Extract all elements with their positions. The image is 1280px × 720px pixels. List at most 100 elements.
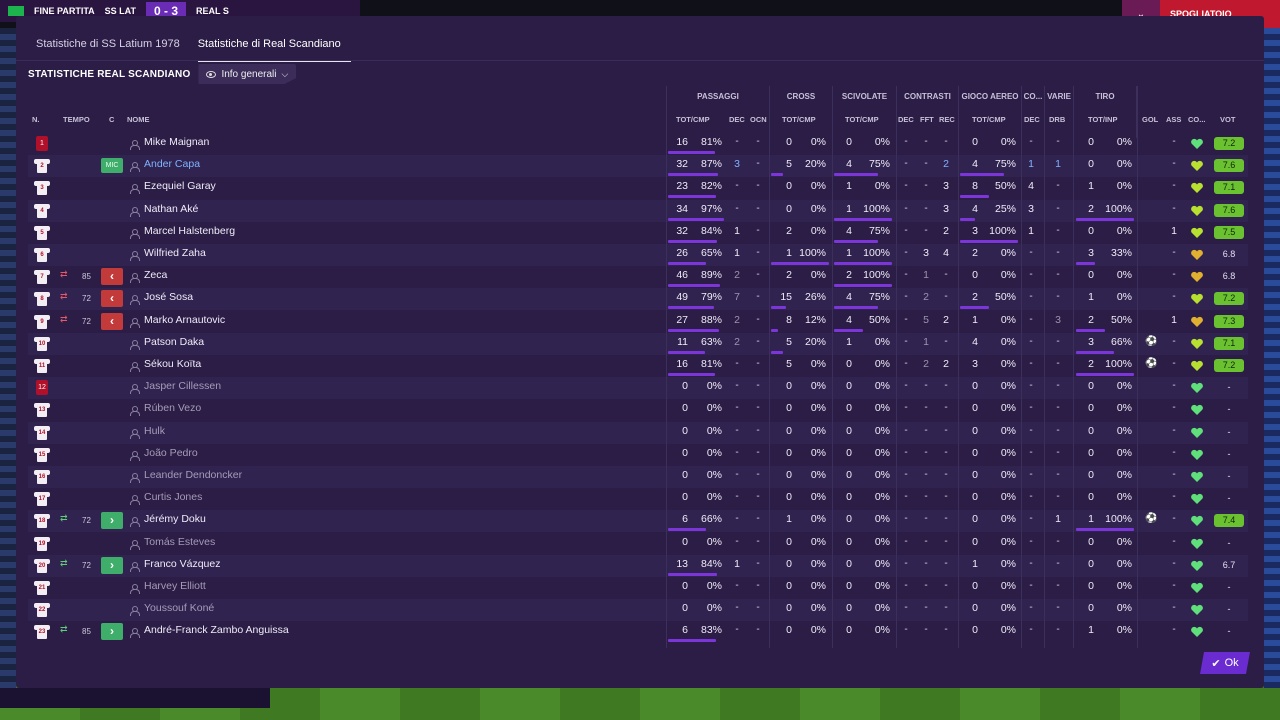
player-name[interactable]: Jérémy Doku	[144, 513, 206, 525]
tackle-total: 1	[846, 247, 852, 259]
sub-in-button[interactable]: ›	[101, 512, 123, 530]
table-row[interactable]: 20 ⇄ 72 › Franco Vázquez 13 84% 1 - 0 0% 0 0% - - - 1 0% -…	[28, 554, 1248, 577]
col-con-fft[interactable]: FFT	[920, 115, 934, 124]
contrasti-rec: -	[944, 291, 948, 303]
contrasti-fft: -	[924, 535, 928, 547]
player-name[interactable]: Ander Capa	[144, 158, 200, 170]
player-name[interactable]: Zeca	[144, 269, 167, 281]
table-row[interactable]: 18 ⇄ 72 › Jérémy Doku 6 66% - - 1 0% 0 0% - - - 0 0% - 1 1 10…	[28, 510, 1248, 533]
table-row[interactable]: 21 Harvey Elliott 0 0% - - 0 0% 0 0% - - - 0 0% - - 0 0% - -	[28, 577, 1248, 599]
contrasti-rec: 3	[943, 202, 949, 215]
player-name[interactable]: Jasper Cillessen	[144, 380, 221, 392]
col-co2[interactable]: CO...	[1188, 115, 1206, 124]
col-sciv-totcmp[interactable]: TOT/CMP	[845, 115, 879, 124]
assists: 1	[1171, 313, 1177, 326]
table-row[interactable]: 2 MIC Ander Capa 32 87% 3 - 5 20% 4 75% - - 2 4 75% 1 1 0 0…	[28, 155, 1248, 178]
aerial-completion: 50%	[994, 180, 1016, 193]
table-row[interactable]: 11 Sékou Koïta 16 81% - - 5 0% 0 0% - 2 2 3 0% - - 2 100% ⚽…	[28, 355, 1248, 377]
player-name[interactable]: José Sosa	[144, 291, 193, 303]
table-row[interactable]: 4 Nathan Aké 34 97% - -0 0% 1 100% - -3 4 25% 3-2 100%…	[28, 199, 1248, 222]
table-row[interactable]: 16 Leander Dendoncker 0 0% - - 0 0% 0 0% - - - 0 0% - - 0…	[28, 466, 1248, 488]
contrasti-fft: 1	[923, 335, 929, 348]
ok-button[interactable]: ✔ Ok	[1200, 652, 1250, 674]
tackle-completion-bar	[834, 262, 892, 265]
pass-dec: -	[735, 469, 739, 480]
col-con-rec[interactable]: REC	[939, 115, 955, 124]
table-row[interactable]: 8 ⇄ 72 ‹ José Sosa 49 79% 7 - 15 26% 4 75% - 2 - 2 50% - - 1…	[28, 288, 1248, 311]
table-row[interactable]: 10 Patson Daka 11 63% 2 - 5 20% 1 0% - 1 - 4 0% - - 3 66% ⚽…	[28, 332, 1248, 355]
player-name[interactable]: Marko Arnautovic	[144, 314, 225, 326]
col-tempo[interactable]: TEMPO	[63, 115, 90, 124]
table-row[interactable]: 6 Wilfried Zaha 26 65% 1 - 1 100% 1 100% - 3 4 2 0% - - 3…	[28, 244, 1248, 266]
col-pass-ocn[interactable]: OCN	[750, 115, 767, 124]
player-name[interactable]: Hulk	[144, 425, 165, 437]
player-name[interactable]: Leander Dendoncker	[144, 469, 242, 481]
player-name[interactable]: Youssouf Koné	[144, 602, 214, 614]
player-name[interactable]: Ezequiel Garay	[144, 180, 216, 192]
table-row[interactable]: 17 Curtis Jones 0 0% - - 0 0% 0 0% - - - 0 0% - - 0 0% - -	[28, 488, 1248, 510]
shirt-number: 15	[38, 451, 46, 458]
pass-dec: -	[735, 602, 739, 614]
table-row[interactable]: 14 Hulk 0 0% - - 0 0% 0 0% - - - 0 0% - - 0 0% - -	[28, 421, 1248, 444]
player-name[interactable]: Rúben Vezo	[144, 402, 201, 414]
sub-out-button[interactable]: ‹	[101, 268, 123, 286]
tab-real-scandiano-stats[interactable]: Statistiche di Real Scandiano	[197, 36, 351, 62]
player-name[interactable]: André-Franck Zambo Anguissa	[144, 624, 289, 636]
cross-completion: 0%	[810, 557, 826, 570]
player-name[interactable]: Nathan Aké	[144, 203, 198, 215]
col-c[interactable]: C	[109, 115, 114, 124]
player-name[interactable]: Sékou Koïta	[144, 358, 201, 370]
tackle-total: 0	[846, 535, 852, 548]
table-row[interactable]: 15 João Pedro 0 0% - - 0 0% 0 0% - - - 0 0% - - 0 0% - -	[28, 444, 1248, 466]
tackle-completion: 50%	[868, 313, 890, 326]
table-row[interactable]: 3 Ezequiel Garay 23 82% - - 0 0% 1 0% - - 3 8 50% 4 - 1 0%…	[28, 177, 1248, 199]
col-pass-dec[interactable]: DEC	[729, 115, 745, 124]
player-name[interactable]: João Pedro	[144, 447, 198, 459]
col-aereo-totcmp[interactable]: TOT/CMP	[972, 115, 1006, 124]
col-co-dec[interactable]: DEC	[1024, 115, 1040, 124]
col-cross-totcmp[interactable]: TOT/CMP	[782, 115, 816, 124]
table-row[interactable]: 13 Rúben Vezo 0 0% - - 0 0% 0 0% - - - 0 0% - - 0 0% - -	[28, 399, 1248, 421]
table-row[interactable]: 1 Mike Maignan 16 81% - - 0 0% 0 0% - - - 0 0% - - 0 0% - 7.…	[28, 133, 1248, 155]
col-varie-drb[interactable]: DRB	[1049, 115, 1065, 124]
col-number[interactable]: N.	[32, 115, 40, 124]
tackle-total: 1	[846, 202, 852, 215]
pass-dec: -	[735, 402, 739, 414]
table-row[interactable]: 9 ⇄ 72 ‹ Marko Arnautovic 27 88% 2 - 8 12% 4 50% - 5 2 1…	[28, 311, 1248, 333]
col-tiro-totinp[interactable]: TOT/INP	[1088, 115, 1117, 124]
table-row[interactable]: 12 Jasper Cillessen 0 0% - - 0 0% 0 0% - - - 0 0% - - 0 0%…	[28, 377, 1248, 400]
player-name[interactable]: Curtis Jones	[144, 491, 202, 503]
sub-out-button[interactable]: ‹	[101, 312, 123, 330]
aerial-total: 3	[972, 358, 978, 370]
col-vot[interactable]: VOT	[1220, 115, 1235, 124]
player-name[interactable]: Wilfried Zaha	[144, 247, 206, 259]
co-dec: -	[1029, 513, 1033, 525]
player-name[interactable]: Harvey Elliott	[144, 580, 206, 592]
sub-out-button[interactable]: ‹	[101, 290, 123, 308]
table-row[interactable]: 22 Youssouf Koné 0 0% - - 0 0% 0 0% - - - 0 0% - - 0 0% - -	[28, 599, 1248, 622]
table-row[interactable]: 7 ⇄ 85 ‹ Zeca 46 89% 2 - 2 0% 2 100% - 1 - 0 0% - - 0 0% - 6.8	[28, 266, 1248, 288]
shot-total: 0	[1088, 136, 1094, 148]
player-name[interactable]: Patson Daka	[144, 336, 204, 348]
aerial-completion-bar	[960, 195, 989, 199]
table-row[interactable]: 23 ⇄ 85 › André-Franck Zambo Anguissa 6 83% - - 0…	[28, 621, 1248, 643]
contrasti-fft: -	[924, 491, 928, 503]
player-name[interactable]: Marcel Halstenberg	[144, 225, 235, 237]
sub-in-button[interactable]: ›	[101, 556, 123, 574]
col-nome[interactable]: NOME	[127, 115, 150, 124]
table-row[interactable]: 19 Tomás Esteves 0 0% - - 0 0% 0 0% - - - 0 0% - - 0 0% - -	[28, 533, 1248, 555]
shot-total: 0	[1088, 491, 1094, 504]
tab-ss-latium-stats[interactable]: Statistiche di SS Latium 1978	[36, 36, 180, 62]
table-row[interactable]: 5 Marcel Halstenberg 32 84% 1-2 0% 4 75% - -2 3 100…	[28, 222, 1248, 244]
col-gol[interactable]: GOL	[1142, 115, 1158, 124]
player-name[interactable]: Tomás Esteves	[144, 536, 215, 548]
col-con-dec[interactable]: DEC	[898, 115, 914, 124]
col-pass-totcmp[interactable]: TOT/CMP	[676, 115, 710, 124]
col-ass[interactable]: ASS	[1166, 115, 1181, 124]
chevron-down-icon: ⌵	[281, 68, 289, 79]
sub-in-button[interactable]: ›	[101, 623, 123, 641]
player-name[interactable]: Franco Vázquez	[144, 558, 220, 570]
player-name[interactable]: Mike Maignan	[144, 136, 209, 148]
view-dropdown[interactable]: Info generali ⌵	[198, 64, 297, 84]
condition-heart-icon	[1191, 538, 1203, 549]
